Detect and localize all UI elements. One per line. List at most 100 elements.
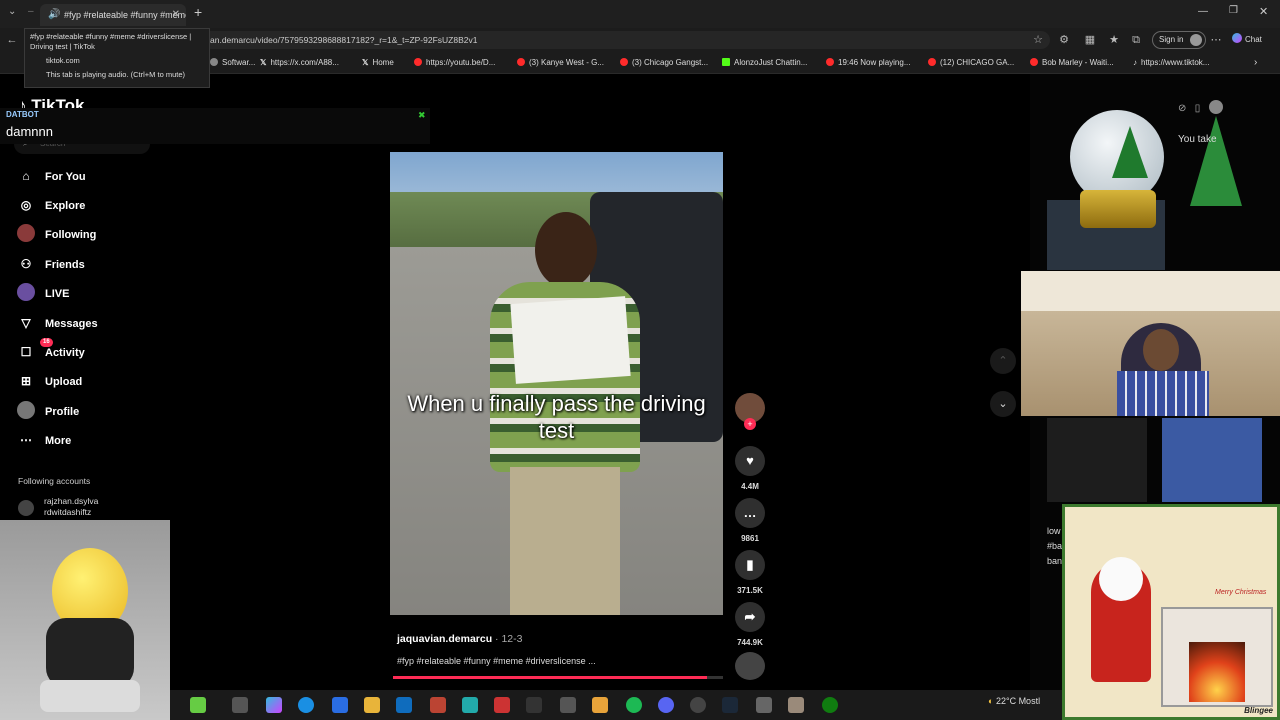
youtube-icon [414, 58, 422, 66]
next-video-icon[interactable]: ⌄ [990, 391, 1016, 417]
video-tags[interactable]: #fyp #relateable #funny #meme #driversli… [397, 656, 596, 666]
bookmarks-more-chevron-icon[interactable]: › [1254, 52, 1257, 74]
restore-icon[interactable]: ❐ [1229, 5, 1238, 16]
author-name: jaquavian.demarcu [397, 633, 493, 645]
favorite-star-icon[interactable]: ☆ [1030, 32, 1046, 48]
thumbnail[interactable] [1047, 418, 1147, 502]
app-icon[interactable] [788, 697, 804, 713]
thumbnail[interactable] [1162, 418, 1262, 502]
collections-icon[interactable]: ⧉ [1128, 32, 1144, 48]
bookmark-item[interactable]: AlonzoJust Chattin... [722, 52, 807, 74]
bookmark-item[interactable]: 19:46 Now playing... [826, 52, 911, 74]
phone-icon[interactable]: ▯ [1195, 103, 1201, 114]
folder-icon[interactable] [364, 697, 380, 713]
url-field[interactable]: an.demarcu/video/7579593298688817182?_r=… [200, 31, 1050, 49]
store-icon[interactable] [332, 697, 348, 713]
nav-activity[interactable]: ☐ 16 Activity [16, 338, 85, 363]
bookmark-item[interactable]: 𝕏https://x.com/A88... [260, 52, 339, 74]
bookmark-favicon-icon [210, 58, 218, 66]
bookmark-item[interactable]: 𝕏 Home [362, 52, 394, 74]
copilot-icon [1232, 33, 1242, 43]
copilot-chat-button[interactable]: Chat [1232, 31, 1274, 49]
weather-icon: ◐ [988, 696, 994, 706]
app-icon[interactable] [430, 697, 446, 713]
comment-count: 9861 [741, 534, 759, 543]
edge-icon[interactable] [298, 697, 314, 713]
browser-tab-bar: ⌄ – 🔊 #fyp #relateable #funny #meme ✕ + … [0, 0, 1280, 28]
steam-icon[interactable] [722, 697, 738, 713]
sound-avatar[interactable] [735, 652, 765, 680]
video-author[interactable]: jaquavian.demarcu · 12-3 [397, 633, 522, 645]
video-progress-bar[interactable] [393, 676, 723, 679]
sign-in-label: Sign in [1159, 35, 1184, 44]
pinned-app-icon[interactable] [190, 697, 206, 713]
weather-widget[interactable]: ◐ 22°C Mostl [988, 696, 1040, 706]
task-view-icon[interactable] [232, 697, 248, 713]
like-button[interactable]: ♥ 4.4M [734, 446, 766, 491]
nav-messages[interactable]: ▽ Messages [16, 312, 97, 334]
bookmark-item[interactable]: (12) CHICAGO GA... [928, 52, 1014, 74]
minimize-icon[interactable]: — [1198, 6, 1208, 17]
close-tab-icon[interactable]: ✕ [172, 4, 180, 26]
bookmark-item[interactable]: (3) Chicago Gangst... [620, 52, 708, 74]
datbot-message: damnnn [6, 124, 53, 139]
video-player[interactable]: When u finally pass the driving test [390, 152, 723, 615]
app-icon[interactable] [756, 697, 772, 713]
tab-title: #fyp #relateable #funny #meme [64, 10, 186, 20]
nav-more[interactable]: ⋯ More [16, 429, 71, 451]
tab-actions-chevron-icon[interactable]: ⌄ [8, 6, 16, 17]
nav-following[interactable]: Following [16, 223, 96, 245]
taskbar [170, 690, 1062, 720]
share-icon: ➦ [735, 602, 765, 632]
bookmark-item[interactable]: ♪ https://www.tiktok... [1133, 52, 1209, 74]
nav-upload[interactable]: ⊞ Upload [16, 370, 82, 392]
sign-in-button[interactable]: Sign in [1152, 31, 1206, 49]
split-screen-icon[interactable]: ▦ [1082, 32, 1098, 48]
nav-profile[interactable]: Profile [16, 400, 79, 422]
active-tab[interactable]: 🔊 #fyp #relateable #funny #meme ✕ [40, 4, 186, 26]
menu-dots-icon[interactable]: ⋯ [1208, 32, 1224, 48]
you-take-text: You take [1178, 134, 1217, 145]
save-button[interactable]: ▮ 371.5K [734, 550, 766, 595]
following-account-item[interactable]: rajzhan.dsylva rdwitdashiftz [18, 496, 98, 518]
discord-icon[interactable] [658, 697, 674, 713]
nav-live[interactable]: LIVE [16, 282, 69, 304]
bookmark-item[interactable]: Bob Marley - Waiti... [1030, 52, 1114, 74]
youtube-icon [928, 58, 936, 66]
bookmark-item[interactable]: Softwar... [210, 52, 255, 74]
app-icon[interactable] [560, 697, 576, 713]
christmas-tree-sticker [1190, 116, 1242, 206]
app-icon[interactable] [690, 697, 706, 713]
app-icon[interactable] [526, 697, 542, 713]
bookmark-item[interactable]: https://youtu.be/D... [414, 52, 495, 74]
close-window-icon[interactable]: ✕ [1259, 5, 1268, 18]
previous-video-icon[interactable]: ⌃ [990, 348, 1016, 374]
spinner-icon[interactable] [1208, 100, 1223, 114]
like-count: 4.4M [741, 482, 759, 491]
compass-icon[interactable]: ⊘ [1178, 103, 1186, 114]
app-icon[interactable] [592, 697, 608, 713]
new-tab-button[interactable]: + [194, 4, 202, 20]
nav-explore[interactable]: ◎ Explore [16, 194, 86, 216]
share-button[interactable]: ➦ 744.9K [734, 602, 766, 647]
nav-for-you[interactable]: ⌂ For You [16, 165, 85, 187]
xbox-icon[interactable] [822, 697, 838, 713]
follow-plus-icon[interactable]: + [744, 418, 756, 430]
copilot-icon[interactable] [266, 697, 282, 713]
bookmark-item[interactable]: (3) Kanye West - G... [517, 52, 604, 74]
video-date: 12-3 [501, 633, 523, 645]
person-pants [510, 467, 620, 615]
webcam-overlay [1021, 271, 1280, 416]
nav-friends[interactable]: ⚇ Friends [16, 253, 85, 275]
spotify-icon[interactable] [626, 697, 642, 713]
tiktok-icon: ♪ [1133, 58, 1137, 67]
comment-button[interactable]: … 9861 [734, 498, 766, 543]
app-icon[interactable] [462, 697, 478, 713]
weather-text: 22°C Mostl [995, 696, 1041, 706]
favorites-icon[interactable]: ★ [1106, 32, 1122, 48]
speaker-icon[interactable]: 🔊 [48, 4, 60, 26]
extensions-icon[interactable]: ⚙ [1056, 32, 1072, 48]
app-icon[interactable] [494, 697, 510, 713]
back-arrow-icon[interactable]: ← [4, 32, 20, 48]
outlook-icon[interactable] [396, 697, 412, 713]
